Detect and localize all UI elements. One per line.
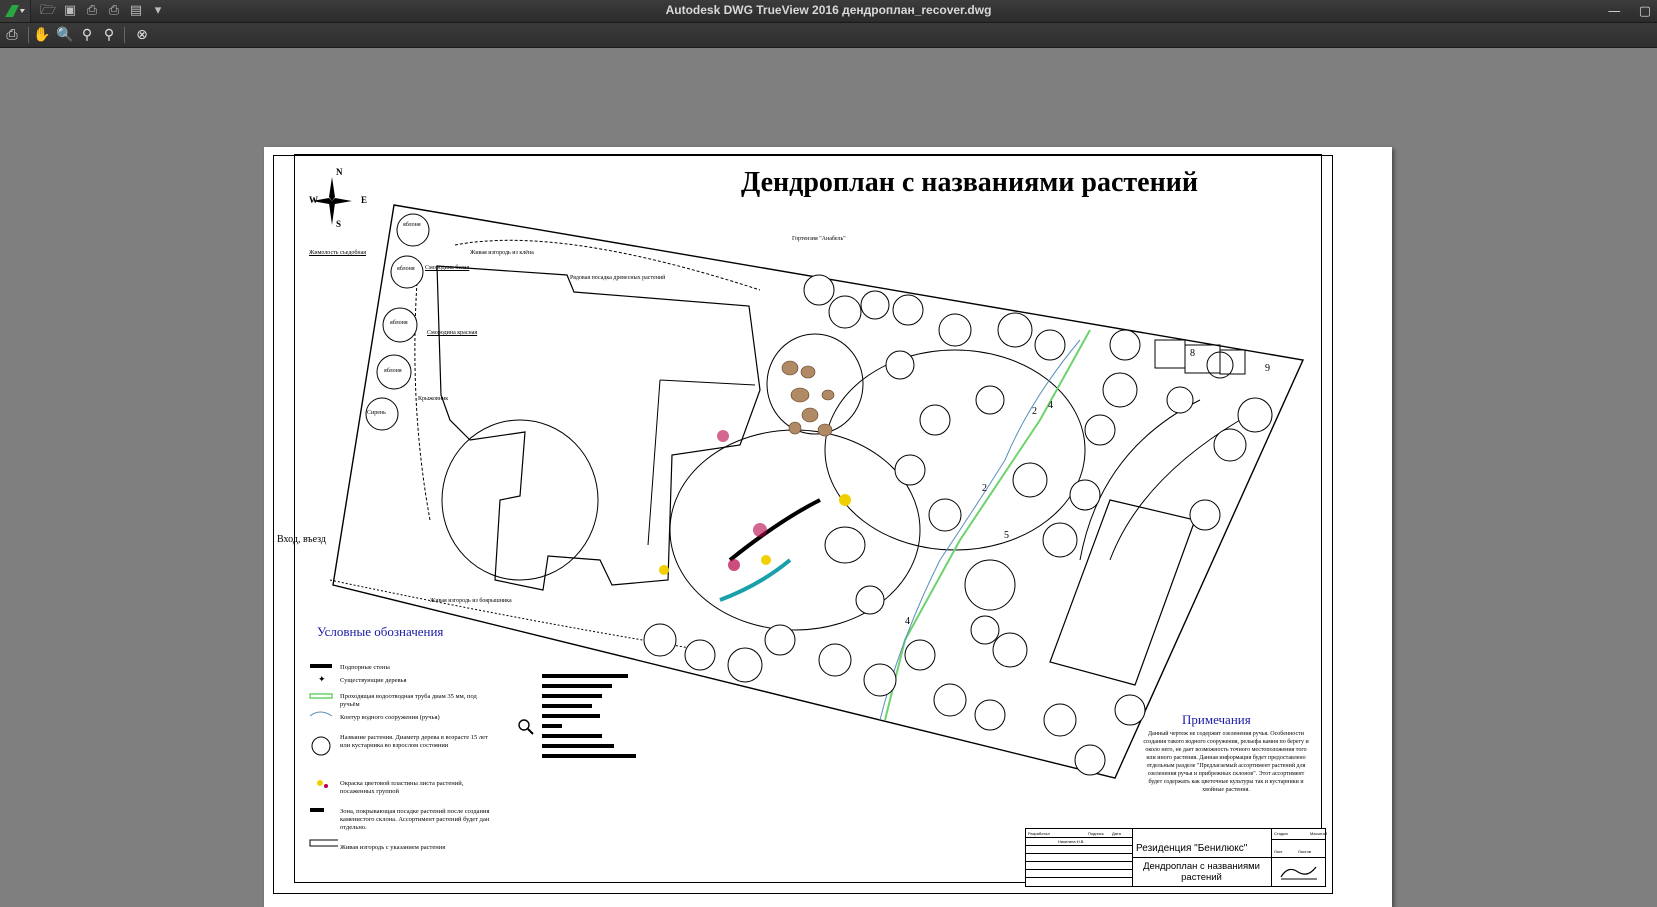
plant-label: Крыжовник [418, 396, 449, 402]
svg-text:✦: ✦ [318, 675, 326, 685]
plant-label: Живая изгородь из боярышника [430, 598, 512, 604]
stage-label: Стадия [1274, 831, 1288, 836]
project-name: Резиденция "Бенилюкс" [1136, 843, 1248, 854]
legend-item: Проходящая водоотводная труба диам 35 мм… [340, 693, 477, 708]
zone-label: 8 [1190, 348, 1195, 359]
notes-text: Данный чертеж не содержит озеленения руч… [1143, 731, 1309, 793]
compass-west: W [309, 195, 318, 205]
legend-item: Живая изгородь с указанием растения [340, 844, 446, 851]
zone-label: 4 [1048, 400, 1053, 411]
hedge-left [414, 267, 431, 521]
plant-label: Смородина красная [427, 330, 478, 336]
title-block-stamp: Стадия Масштаб Лист Листов [1272, 829, 1328, 886]
plant-label: Жимолость съедобная [309, 250, 367, 256]
compass-south: S [336, 219, 342, 229]
plant-label: Рядовая посадка древесных растений [570, 275, 666, 281]
legend-item: Контур водного сооружения (ручья) [340, 714, 440, 721]
title-block: Разработал Подпись Дата Никитина Н.В. Ре… [1025, 828, 1328, 887]
legend-item: Название растения. Диаметр дерева в возр… [340, 734, 488, 749]
zone-label: 2 [982, 483, 987, 494]
tree-label: яблоня [384, 368, 402, 374]
notes-title: Примечания [1182, 712, 1251, 727]
compass-east: E [361, 195, 368, 205]
tree-label: Сирень [367, 410, 386, 416]
title-block-project: Резиденция "Бенилюкс" Дендроплан с назва… [1132, 829, 1272, 886]
sheet-name: Дендроплан с названиями растений [1143, 861, 1260, 883]
plant-list [542, 674, 636, 758]
company-logo-icon [1280, 866, 1317, 880]
zone-label: 9 [1265, 363, 1270, 374]
zone-label: 4 [905, 616, 910, 627]
legend-title: Условные обозначения [317, 624, 444, 639]
tree-label: яблоня [403, 222, 421, 228]
zone-label: 5 [1004, 530, 1009, 541]
legend-item: Зона, покрывающая посадке растений после… [340, 808, 490, 831]
designer-name: Никитина Н.В. [1058, 839, 1085, 844]
sheets-label: Листов [1298, 849, 1311, 854]
legend-item: Окраска цветовой пластины листа растений… [340, 780, 464, 795]
sign-label: Подпись [1088, 831, 1104, 836]
zone-label: 2 [1032, 406, 1037, 417]
entry-label: Вход, въезд [277, 534, 327, 545]
designer-label: Разработал [1028, 831, 1050, 836]
tree-label: яблоня [397, 266, 415, 272]
legend-item: Существующие деревья [340, 677, 407, 684]
site-plan [329, 204, 1305, 779]
sheet-label: Лист [1274, 849, 1283, 854]
legend-item: Подпорные стены [340, 664, 390, 671]
date-label: Дата [1112, 831, 1121, 836]
rock-garden [781, 360, 835, 437]
compass-north: N [336, 167, 343, 177]
scale-label: Масштаб [1310, 831, 1328, 836]
legend-symbols: ✦ [309, 664, 338, 847]
title-block-signatures: Разработал Подпись Дата Никитина Н.В. [1026, 829, 1133, 886]
magnifier-cursor-icon [518, 719, 534, 735]
plant-label: Живая изгородь из клёна [470, 250, 534, 256]
tree-label: яблоня [390, 320, 408, 326]
plant-label: Смородина белая [425, 265, 470, 271]
plant-label: Гортензия "Анабель" [792, 236, 846, 242]
